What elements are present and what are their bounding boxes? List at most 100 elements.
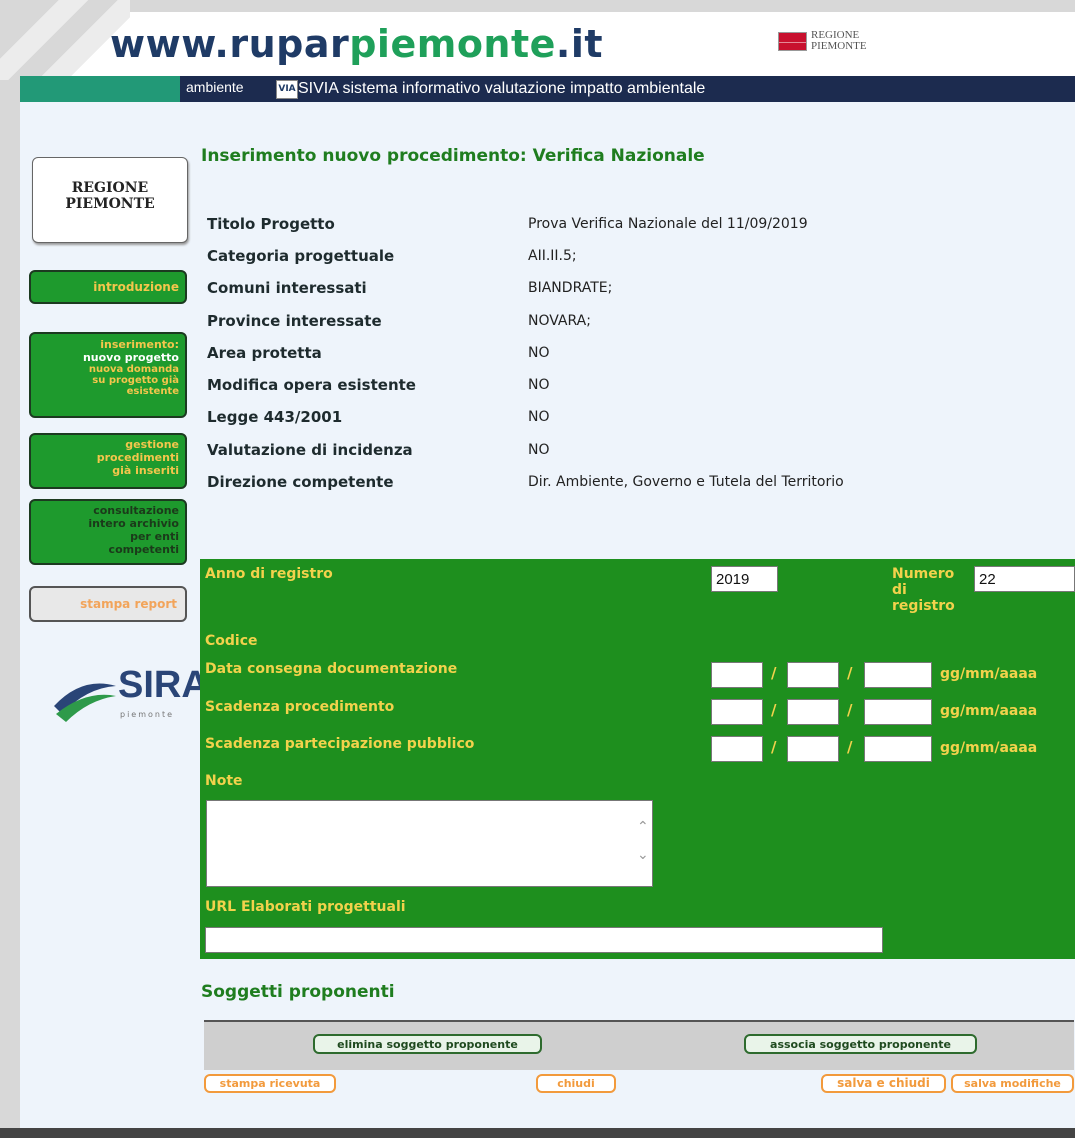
scadenza-partecipazione-label: Scadenza partecipazione pubblico (205, 736, 475, 752)
info-label-comuni: Comuni interessati (207, 279, 367, 297)
logo-rupar: rupar (229, 22, 350, 66)
sidebar-regione-piemonte[interactable]: REGIONE PIEMONTE (32, 157, 188, 243)
date-format-hint: gg/mm/aaaa (940, 740, 1038, 756)
info-value-incidenza: NO (528, 442, 550, 458)
info-value-province: NOVARA; (528, 313, 591, 329)
chevron-up-icon[interactable]: ⌃ (637, 819, 649, 835)
date-separator: / (771, 701, 777, 719)
associa-soggetto-button[interactable]: associa soggetto proponente (744, 1034, 977, 1054)
sidebar-inserimento-panel: inserimento: nuovo progetto nuova domand… (29, 332, 187, 418)
info-label-legge: Legge 443/2001 (207, 408, 343, 426)
note-textarea[interactable]: ⌃ ⌄ (206, 800, 653, 887)
date-separator: / (771, 738, 777, 756)
stampa-ricevuta-button[interactable]: stampa ricevuta (204, 1074, 336, 1093)
nuova-domanda-line-3: esistente (126, 386, 179, 397)
info-label-titolo: Titolo Progetto (207, 215, 335, 233)
sira-text: SIRA (118, 664, 209, 706)
consult-line-3: per enti (130, 530, 179, 543)
sidebar-consultazione-button[interactable]: consultazione intero archivio per enti c… (29, 499, 187, 565)
codice-label: Codice (205, 633, 258, 649)
numero-label-line-3: registro (892, 598, 955, 614)
regione-logo[interactable]: REGIONE PIEMONTE (778, 30, 867, 52)
introduzione-label: introduzione (93, 280, 179, 294)
left-border (0, 0, 20, 1138)
sidebar-introduzione-button[interactable]: introduzione (29, 270, 187, 304)
sivia-title: SIVIA sistema informativo valutazione im… (298, 80, 706, 97)
date-format-hint: gg/mm/aaaa (940, 703, 1038, 719)
regione-line-2: PIEMONTE (811, 40, 867, 52)
sira-subtitle: piemonte (120, 710, 175, 719)
scadenza-proc-year-input[interactable] (864, 699, 932, 725)
date-separator: / (847, 701, 853, 719)
bottom-border (0, 1128, 1075, 1138)
numero-label-line-1: Numero (892, 566, 955, 582)
info-value-comuni: BIANDRATE; (528, 280, 613, 296)
data-consegna-label: Data consegna documentazione (205, 661, 458, 677)
sidebar-regione-line-1: REGIONE (71, 180, 149, 196)
logo-piemonte: piemonte (349, 22, 556, 66)
sira-logo[interactable]: SIRA piemonte (52, 660, 209, 730)
info-value-categoria: AII.II.5; (528, 248, 577, 264)
nuova-domanda-line-1: nuova domanda (88, 364, 179, 375)
data-consegna-month-input[interactable] (787, 662, 839, 688)
info-value-titolo: Prova Verifica Nazionale del 11/09/2019 (528, 216, 808, 232)
soggetti-proponenti-title: Soggetti proponenti (201, 982, 395, 1002)
logo-www: www. (110, 22, 230, 66)
scadenza-procedimento-label: Scadenza procedimento (205, 699, 395, 715)
ambiente-label[interactable]: ambiente (186, 79, 244, 95)
regione-flag-icon (778, 31, 807, 51)
info-label-area-protetta: Area protetta (207, 344, 322, 362)
scadenza-part-year-input[interactable] (864, 736, 932, 762)
scadenza-proc-day-input[interactable] (711, 699, 763, 725)
inserimento-title: inserimento: (100, 338, 179, 351)
info-value-modifica-opera: NO (528, 377, 550, 393)
date-separator: / (771, 664, 777, 682)
info-value-legge: NO (528, 409, 550, 425)
gestione-line-1: gestione (125, 438, 179, 451)
info-label-incidenza: Valutazione di incidenza (207, 441, 413, 459)
salva-e-chiudi-button[interactable]: salva e chiudi (821, 1074, 946, 1093)
via-icon: VIA (276, 80, 298, 99)
url-elaborati-input[interactable] (205, 927, 883, 953)
data-consegna-year-input[interactable] (864, 662, 932, 688)
scadenza-part-month-input[interactable] (787, 736, 839, 762)
consult-line-2: intero archivio (88, 517, 179, 530)
info-label-categoria: Categoria progettuale (207, 247, 395, 265)
stampa-report-button[interactable]: stampa report (29, 586, 187, 622)
nuova-domanda-line-2: su progetto già (92, 375, 179, 386)
scadenza-proc-month-input[interactable] (787, 699, 839, 725)
url-elaborati-label: URL Elaborati progettuali (205, 899, 406, 915)
info-label-modifica-opera: Modifica opera esistente (207, 376, 416, 394)
numero-input[interactable] (974, 566, 1075, 592)
chiudi-button[interactable]: chiudi (536, 1074, 616, 1093)
anno-input[interactable] (711, 566, 778, 592)
page-title: Inserimento nuovo procedimento: Verifica… (201, 146, 705, 166)
regione-logo-text: REGIONE PIEMONTE (811, 30, 867, 52)
scadenza-part-day-input[interactable] (711, 736, 763, 762)
sidebar-gestione-button[interactable]: gestione procedimenti già inseriti (29, 433, 187, 489)
consult-line-4: competenti (108, 543, 179, 556)
ambiente-bar (20, 76, 180, 102)
info-label-province: Province interessate (207, 312, 382, 330)
info-label-direzione: Direzione competente (207, 473, 394, 491)
sira-swoosh-icon (54, 683, 116, 722)
elimina-soggetto-button[interactable]: elimina soggetto proponente (313, 1034, 542, 1054)
logo-it: .it (555, 22, 604, 66)
chevron-down-icon[interactable]: ⌄ (637, 847, 649, 863)
page-frame: www.ruparpiemonte.it REGIONE PIEMONTE am… (0, 0, 1075, 1138)
date-separator: / (847, 664, 853, 682)
sidebar-nuovo-progetto-link[interactable]: nuovo progetto (31, 351, 179, 364)
top-border (0, 0, 1075, 12)
site-logo[interactable]: www.ruparpiemonte.it (110, 22, 603, 66)
anno-label: Anno di registro (205, 566, 333, 582)
date-separator: / (847, 738, 853, 756)
note-label: Note (205, 773, 243, 789)
info-value-area-protetta: NO (528, 345, 550, 361)
numero-label-line-2: di (892, 582, 907, 598)
data-consegna-day-input[interactable] (711, 662, 763, 688)
sidebar-nuova-domanda-link[interactable]: nuova domanda su progetto già esistente (31, 364, 179, 397)
numero-label: Numero di registro (892, 566, 955, 614)
consult-line-1: consultazione (93, 504, 179, 517)
salva-modifiche-button[interactable]: salva modifiche (951, 1074, 1074, 1093)
info-value-direzione: Dir. Ambiente, Governo e Tutela del Terr… (528, 474, 844, 490)
